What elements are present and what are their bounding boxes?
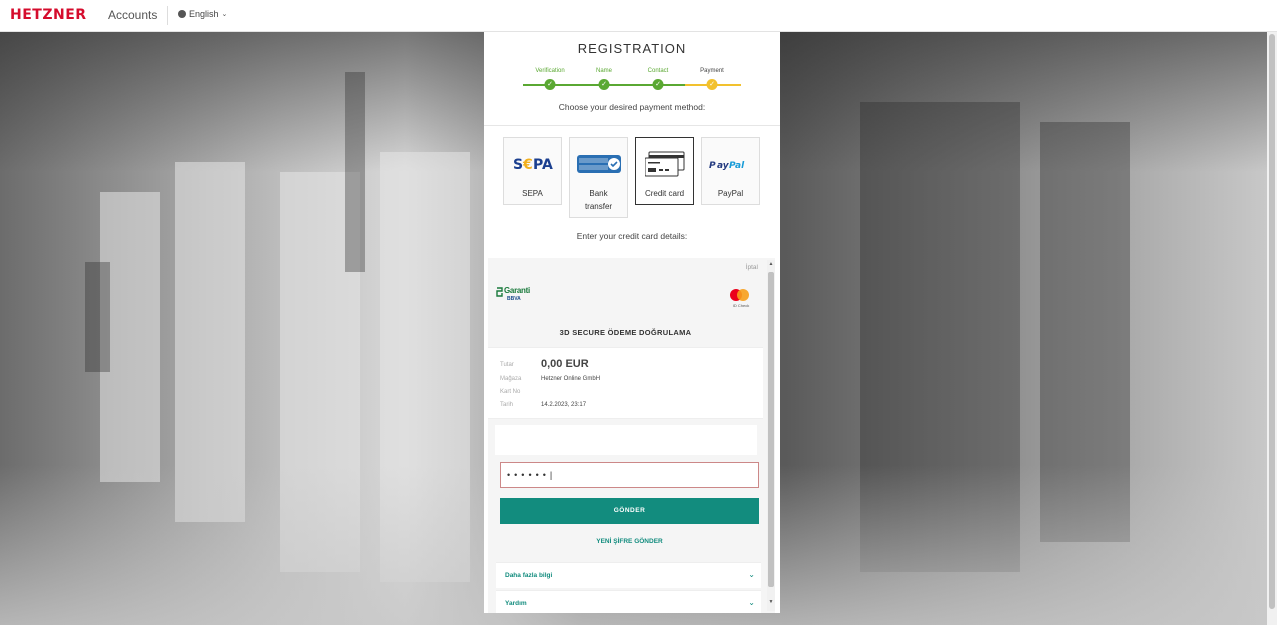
- date-value: 14.2.2023, 23:17: [541, 402, 587, 408]
- chevron-down-icon: ⌄: [748, 598, 755, 607]
- chevron-down-icon: ⌄: [221, 11, 228, 18]
- app-name: Accounts: [108, 8, 158, 22]
- amount-label: Tutar: [500, 362, 514, 368]
- step-label-contact: Contact: [647, 68, 669, 74]
- svg-text:PA: PA: [533, 157, 553, 172]
- scroll-thumb[interactable]: [768, 272, 774, 587]
- scroll-down-icon[interactable]: ▼: [767, 599, 775, 605]
- garanti-bbva-logo: Garanti BBVA: [496, 286, 536, 304]
- divider: [484, 125, 780, 126]
- payment-method-label: Credit card: [644, 189, 685, 198]
- accordion-label: Daha fazla bilgi: [505, 572, 553, 579]
- merchant-label: Mağaza: [500, 376, 522, 382]
- date-label: Tarih: [500, 402, 514, 408]
- page-title: REGISTRATION: [577, 41, 687, 56]
- progress-steps: Verification Name Contact Payment ✓ ✓ ✓ …: [523, 68, 741, 92]
- sepa-logo-icon: S € PA: [513, 157, 553, 172]
- text-cursor: |: [549, 470, 553, 480]
- accordion-label: Yardım: [505, 600, 527, 607]
- message-area: [495, 425, 757, 455]
- step-label-verification: Verification: [535, 68, 565, 74]
- step-label-payment: Payment: [700, 68, 724, 74]
- svg-text:Pal: Pal: [729, 161, 745, 171]
- step-label-name: Name: [595, 68, 613, 74]
- merchant-value: Hetzner Online GmbH: [541, 376, 601, 382]
- check-icon: ✓: [652, 79, 664, 90]
- hetzner-logo[interactable]: HETZNER: [10, 7, 87, 23]
- amount-value: 0,00 EUR: [541, 358, 589, 370]
- password-input[interactable]: ••••••|: [500, 462, 759, 488]
- cancel-link[interactable]: İptal: [746, 264, 758, 271]
- svg-text:S: S: [513, 157, 523, 172]
- new-password-link[interactable]: YENİ ŞİFRE GÖNDER: [488, 538, 771, 545]
- chevron-down-icon: ⌄: [748, 570, 755, 579]
- payment-method-sepa[interactable]: S € PA SEPA: [503, 137, 562, 205]
- check-icon: ✓: [706, 79, 718, 90]
- globe-icon: [178, 10, 186, 18]
- registration-panel: REGISTRATION Verification Name Contact P…: [484, 32, 780, 613]
- header-divider: [167, 6, 168, 25]
- paypal-logo-icon: P ay Pal: [709, 161, 745, 171]
- check-icon: ✓: [598, 79, 610, 90]
- garanti-logo-icon: [496, 287, 503, 297]
- mastercard-id-check-logo: ID Check: [728, 289, 754, 313]
- invoice-logo-icon: [577, 155, 621, 173]
- accordion-help[interactable]: Yardım ⌄: [496, 590, 761, 613]
- payment-method-label: PayPal: [717, 189, 744, 198]
- svg-text:€: €: [522, 157, 533, 172]
- submit-button[interactable]: GÖNDER: [500, 498, 759, 524]
- frame-scrollbar[interactable]: ▲ ▼: [767, 260, 775, 611]
- check-icon: ✓: [544, 79, 556, 90]
- 3d-secure-title: 3D SECURE ÖDEME DOĞRULAMA: [559, 328, 692, 337]
- payment-method-bank-transfer[interactable]: Bank transfer: [569, 137, 628, 218]
- 3d-secure-frame: İptal Garanti BBVA ID Check 3D SECURE ÖD…: [488, 258, 775, 613]
- language-selector[interactable]: English ⌄: [178, 9, 227, 19]
- credit-card-icon: [645, 151, 685, 177]
- payment-method-paypal[interactable]: P ay Pal PayPal: [701, 137, 760, 205]
- payment-method-prompt: Choose your desired payment method:: [558, 102, 706, 112]
- language-label: English: [189, 9, 219, 19]
- payment-method-label: Bank transfer: [584, 189, 613, 211]
- card-details-prompt: Enter your credit card details:: [576, 231, 688, 241]
- top-bar: HETZNER Accounts English ⌄: [0, 0, 1277, 32]
- card-number-label: Kart No: [500, 389, 521, 395]
- scroll-up-icon[interactable]: ▲: [767, 261, 775, 267]
- payment-method-credit-card[interactable]: Credit card: [635, 137, 694, 205]
- transaction-info: Tutar 0,00 EUR Mağaza Hetzner Online Gmb…: [488, 347, 763, 419]
- accordion-more-info[interactable]: Daha fazla bilgi ⌄: [496, 562, 761, 588]
- svg-text:P: P: [709, 161, 716, 171]
- payment-method-label: SEPA: [522, 189, 543, 198]
- page-scrollbar[interactable]: [1267, 32, 1277, 625]
- svg-text:ay: ay: [717, 161, 730, 171]
